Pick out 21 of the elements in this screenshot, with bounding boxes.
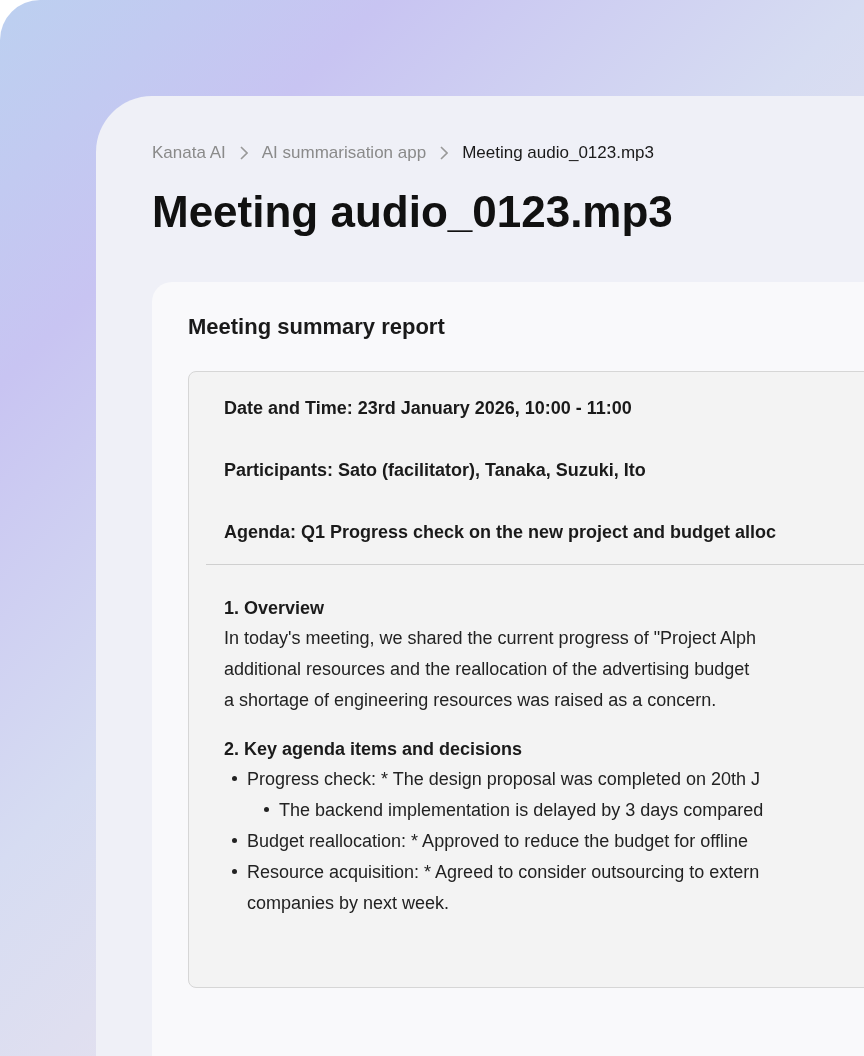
bullet-icon [264,806,269,812]
section-text: In today's meeting, we shared the current progress of "Project Alph additional resources and the reallocation of the advertising budget a shortage of engineering resources was raised as a concern. [224,626,758,712]
report-heading: Meeting summary report [188,312,446,341]
meta-text: Agenda: Q1 Progress check on the new project and budget alloc [224,520,778,544]
section-heading: 2. Key agenda items and decisions [224,737,524,761]
bullet-text: Budget reallocation: * Approved to reduce the budget for offline [247,829,749,853]
bullet-icon [232,837,237,843]
chevron-right-icon [440,145,449,160]
meta-text: Participants: Sato (facilitator), Tanaka, Suzuki, Ito [224,458,647,482]
breadcrumb-link[interactable]: AI summarisation app [261,140,427,166]
breadcrumb-link[interactable]: Meeting audio_0123.mp3 [462,140,654,166]
bullet-text: Resource acquisition: * Agreed to consider outsourcing to extern companies by next week. [247,860,760,915]
breadcrumb-link[interactable]: Kanata AI [152,140,226,166]
bullet-text: The backend implementation is delayed by 3 days compared [279,798,764,822]
page-title: Meeting audio_0123.mp3 [152,185,674,238]
bullet-icon [232,868,237,874]
meta-text: Date and Time: 23rd January 2026, 10:00 - 11:00 [224,396,633,420]
bullet-text: Progress check: * The design proposal was completed on 20th J [247,767,760,791]
section-heading: 1. Overview [224,596,326,620]
bullet-icon [232,775,237,781]
chevron-right-icon [239,145,248,160]
